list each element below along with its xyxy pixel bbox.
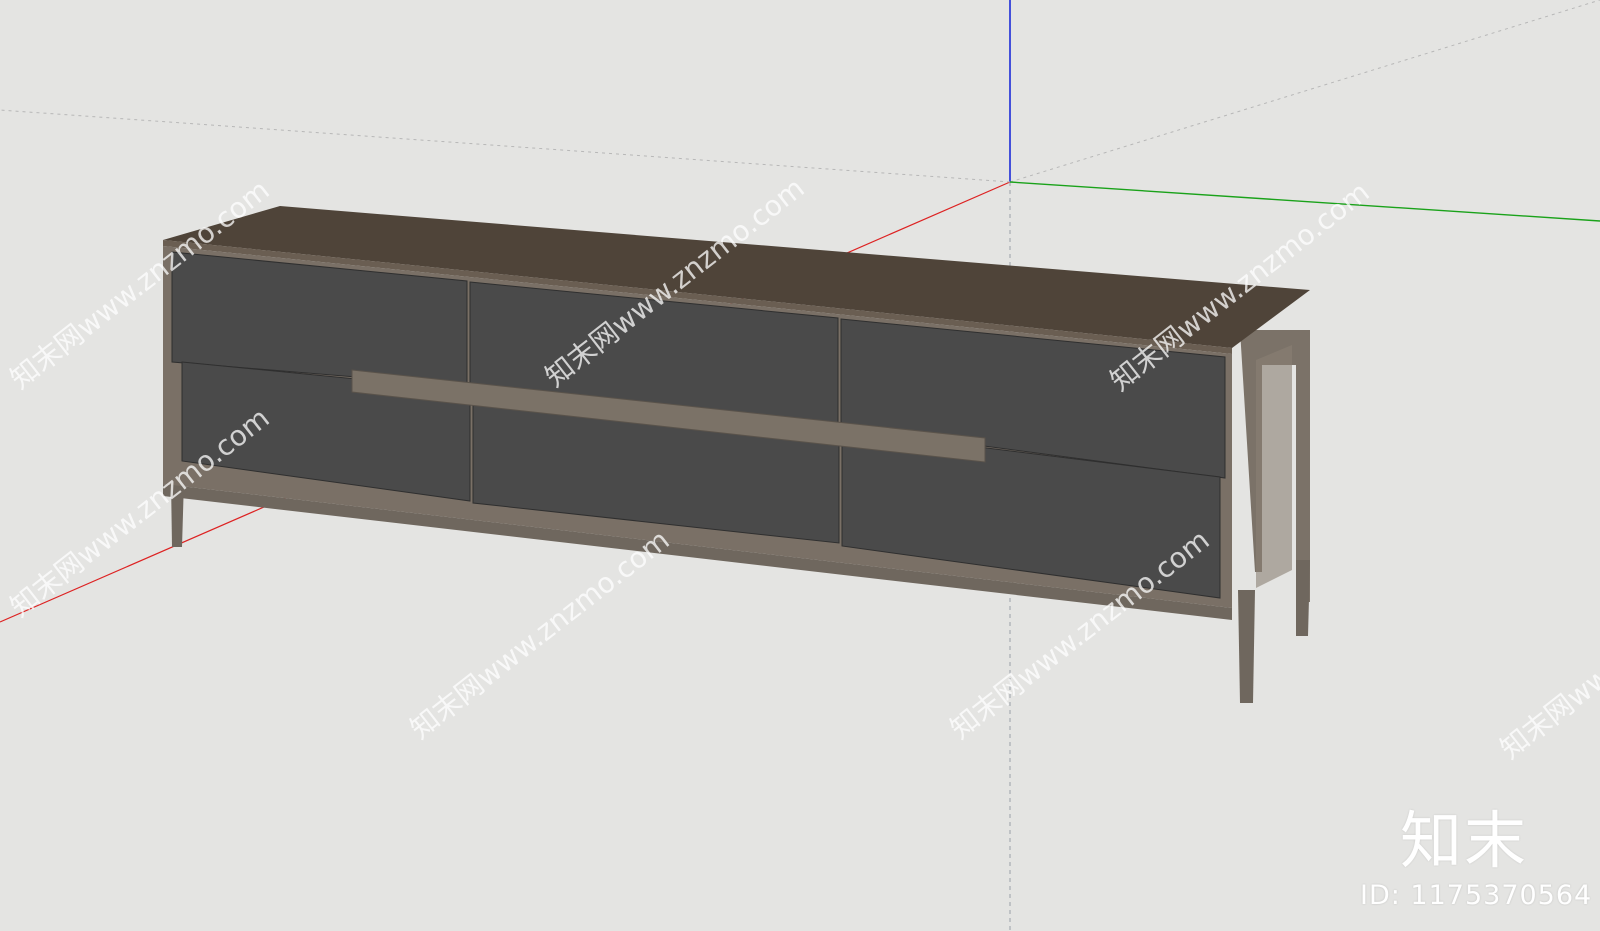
watermark-tile: 知末网www.znzmo.com (404, 523, 676, 745)
cabinet-leg-front-right (1238, 590, 1255, 703)
y-axis-negative (0, 109, 1011, 183)
tv-cabinet-model[interactable] (163, 206, 1310, 703)
cabinet-right-side-inner (1256, 345, 1292, 588)
3d-viewport[interactable]: 知末网www.znzmo.com 知末网www.znzmo.com 知末网www… (0, 0, 1600, 931)
watermark-tile: 知末网www.znzmo.com (1494, 543, 1600, 765)
watermark-tile: 知末网www.znzmo.com (4, 401, 276, 623)
x-axis-negative (1009, 0, 1600, 183)
brand-watermark-logo: 知末 (1400, 804, 1529, 877)
cabinet-leg-back-right (1296, 560, 1310, 636)
asset-id-watermark: ID: 1175370564 (1360, 880, 1593, 911)
model-scene[interactable]: 知末网www.znzmo.com 知末网www.znzmo.com 知末网www… (0, 0, 1600, 931)
